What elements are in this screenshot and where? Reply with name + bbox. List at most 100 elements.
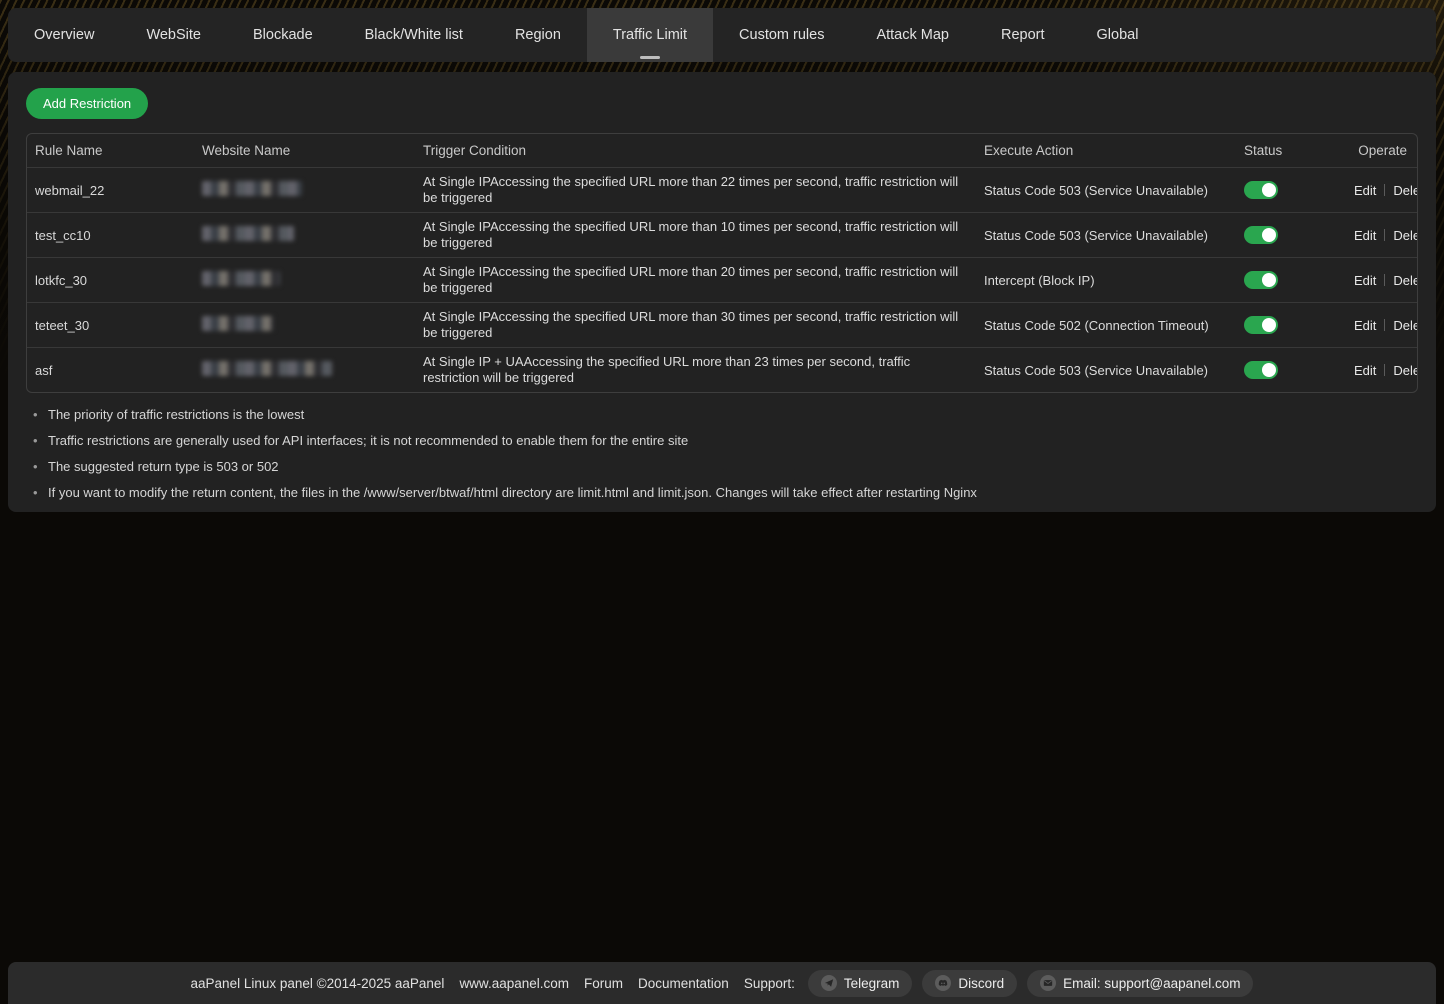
email-button[interactable]: Email: support@aapanel.com — [1027, 970, 1253, 997]
execute-action: Status Code 503 (Service Unavailable) — [976, 222, 1236, 249]
rule-name: lotkfc_30 — [27, 267, 194, 294]
trigger-condition: At Single IPAccessing the specified URL … — [415, 213, 976, 257]
operate-cell: Edit Delete — [1346, 267, 1418, 294]
execute-action: Status Code 503 (Service Unavailable) — [976, 177, 1236, 204]
tab-global[interactable]: Global — [1071, 8, 1165, 62]
rule-name: teteet_30 — [27, 312, 194, 339]
operate-divider — [1384, 274, 1385, 286]
telegram-label: Telegram — [844, 976, 900, 991]
rule-name: webmail_22 — [27, 177, 194, 204]
website-name-cell — [194, 220, 415, 250]
restrictions-table: Rule Name Website Name Trigger Condition… — [26, 133, 1418, 393]
status-toggle[interactable] — [1244, 181, 1278, 199]
execute-action: Status Code 502 (Connection Timeout) — [976, 312, 1236, 339]
telegram-icon — [821, 975, 837, 991]
email-icon — [1040, 975, 1056, 991]
edit-button[interactable]: Edit — [1354, 318, 1376, 333]
delete-button[interactable]: Delete — [1393, 228, 1418, 243]
status-cell — [1236, 355, 1346, 385]
header-rule-name: Rule Name — [27, 137, 194, 164]
execute-action: Intercept (Block IP) — [976, 267, 1236, 294]
delete-button[interactable]: Delete — [1393, 318, 1418, 333]
tab-black-white-list[interactable]: Black/White list — [339, 8, 489, 62]
website-name-cell — [194, 175, 415, 205]
operate-divider — [1384, 229, 1385, 241]
edit-button[interactable]: Edit — [1354, 183, 1376, 198]
tab-overview[interactable]: Overview — [8, 8, 120, 62]
header-trigger-condition: Trigger Condition — [415, 137, 976, 164]
status-toggle[interactable] — [1244, 271, 1278, 289]
website-name-cell — [194, 355, 415, 385]
note-item: If you want to modify the return content… — [26, 485, 1418, 501]
status-cell — [1236, 175, 1346, 205]
status-cell — [1236, 220, 1346, 250]
add-restriction-button[interactable]: Add Restriction — [26, 88, 148, 119]
edit-button[interactable]: Edit — [1354, 363, 1376, 378]
toggle-knob — [1262, 183, 1276, 197]
tab-report[interactable]: Report — [975, 8, 1071, 62]
tab-traffic-limit[interactable]: Traffic Limit — [587, 8, 713, 62]
rule-name: test_cc10 — [27, 222, 194, 249]
toggle-knob — [1262, 273, 1276, 287]
email-label: Email: support@aapanel.com — [1063, 976, 1240, 991]
tab-blockade[interactable]: Blockade — [227, 8, 339, 62]
status-toggle[interactable] — [1244, 316, 1278, 334]
website-name-redacted — [202, 316, 274, 331]
toggle-knob — [1262, 318, 1276, 332]
tab-custom-rules[interactable]: Custom rules — [713, 8, 850, 62]
edit-button[interactable]: Edit — [1354, 273, 1376, 288]
website-name-redacted — [202, 226, 294, 241]
status-cell — [1236, 310, 1346, 340]
trigger-condition: At Single IP + UAAccessing the specified… — [415, 348, 976, 392]
tab-website[interactable]: WebSite — [120, 8, 227, 62]
notes-list: The priority of traffic restrictions is … — [26, 407, 1418, 501]
operate-cell: Edit Delete — [1346, 222, 1418, 249]
footer-support-pills: Telegram Discord Email: support@aapanel.… — [808, 970, 1254, 997]
edit-button[interactable]: Edit — [1354, 228, 1376, 243]
trigger-condition: At Single IPAccessing the specified URL … — [415, 168, 976, 212]
table-row: asf At Single IP + UAAccessing the speci… — [27, 347, 1417, 392]
website-name-redacted — [202, 271, 280, 286]
toggle-knob — [1262, 363, 1276, 377]
status-cell — [1236, 265, 1346, 295]
rule-name: asf — [27, 357, 194, 384]
delete-button[interactable]: Delete — [1393, 183, 1418, 198]
website-name-redacted — [202, 181, 302, 196]
trigger-condition: At Single IPAccessing the specified URL … — [415, 303, 976, 347]
footer-support-label: Support: — [744, 976, 795, 991]
delete-button[interactable]: Delete — [1393, 273, 1418, 288]
note-item: The priority of traffic restrictions is … — [26, 407, 1418, 423]
header-website-name: Website Name — [194, 137, 415, 164]
delete-button[interactable]: Delete — [1393, 363, 1418, 378]
header-execute-action: Execute Action — [976, 137, 1236, 164]
tab-region[interactable]: Region — [489, 8, 587, 62]
traffic-limit-panel: Add Restriction Rule Name Website Name T… — [8, 72, 1436, 512]
footer-docs-link[interactable]: Documentation — [638, 976, 729, 991]
status-toggle[interactable] — [1244, 226, 1278, 244]
telegram-button[interactable]: Telegram — [808, 970, 913, 997]
operate-cell: Edit Delete — [1346, 177, 1418, 204]
operate-divider — [1384, 319, 1385, 331]
operate-cell: Edit Delete — [1346, 312, 1418, 339]
footer-forum-link[interactable]: Forum — [584, 976, 623, 991]
operate-divider — [1384, 184, 1385, 196]
tab-attack-map[interactable]: Attack Map — [850, 8, 975, 62]
table-body: webmail_22 At Single IPAccessing the spe… — [27, 167, 1417, 392]
footer-website-link[interactable]: www.aapanel.com — [459, 976, 569, 991]
discord-icon — [935, 975, 951, 991]
status-toggle[interactable] — [1244, 361, 1278, 379]
execute-action: Status Code 503 (Service Unavailable) — [976, 357, 1236, 384]
note-item: The suggested return type is 503 or 502 — [26, 459, 1418, 475]
discord-button[interactable]: Discord — [922, 970, 1017, 997]
table-row: webmail_22 At Single IPAccessing the spe… — [27, 167, 1417, 212]
table-row: test_cc10 At Single IPAccessing the spec… — [27, 212, 1417, 257]
footer-bar: aaPanel Linux panel ©2014-2025 aaPanel w… — [8, 962, 1436, 1004]
operate-cell: Edit Delete — [1346, 357, 1418, 384]
trigger-condition: At Single IPAccessing the specified URL … — [415, 258, 976, 302]
website-name-redacted — [202, 361, 332, 376]
table-row: lotkfc_30 At Single IPAccessing the spec… — [27, 257, 1417, 302]
header-operate: Operate — [1346, 137, 1417, 164]
top-navbar: Overview WebSite Blockade Black/White li… — [8, 8, 1436, 62]
website-name-cell — [194, 265, 415, 295]
website-name-cell — [194, 310, 415, 340]
